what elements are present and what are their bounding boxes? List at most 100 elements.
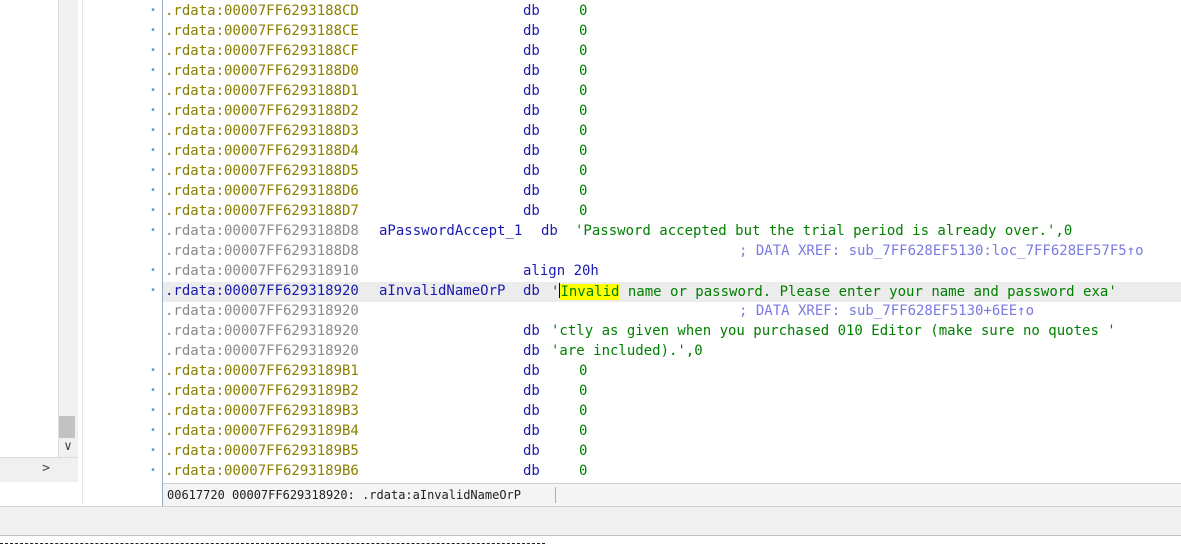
row-address: .rdata:00007FF6293189B2 <box>165 383 359 399</box>
left-vertical-scrollbar[interactable] <box>58 0 78 462</box>
status-divider <box>555 487 556 503</box>
listing-row-xref[interactable]: .rdata:00007FF629318920 ; DATA XREF: sub… <box>163 302 1181 322</box>
row-mnemonic: db <box>523 343 540 359</box>
listing-row[interactable]: • .rdata:00007FF6293189B5 db 0 <box>150 442 1181 462</box>
row-address: .rdata:00007FF6293189B3 <box>165 403 359 419</box>
row-mnemonic: db <box>523 103 540 119</box>
row-operand: 0 <box>579 423 588 439</box>
row-mnemonic: db <box>541 223 558 239</box>
row-operand: 0 <box>579 123 588 139</box>
row-mnemonic: db <box>523 23 540 39</box>
row-address: .rdata:00007FF6293188D8 <box>165 223 359 239</box>
listing-row[interactable]: • .rdata:00007FF6293188D5 db 0 <box>150 162 1181 182</box>
row-address: .rdata:00007FF6293189B6 <box>165 463 359 479</box>
row-xref-comment[interactable]: ; DATA XREF: sub_7FF628EF5130+6EE↑o <box>739 303 1034 319</box>
row-operand: 0 <box>579 203 588 219</box>
bullet-icon: • <box>150 185 157 196</box>
bullet-icon: • <box>150 405 157 416</box>
row-mnemonic: db <box>523 403 540 419</box>
row-operand: 0 <box>579 63 588 79</box>
row-operand: 0 <box>579 183 588 199</box>
listing-status-bar: 00617720 00007FF629318920: .rdata:aInval… <box>162 483 1181 506</box>
listing-row[interactable]: • .rdata:00007FF6293188CE db 0 <box>150 22 1181 42</box>
string-rest: name or password. Please enter your name… <box>619 284 1117 300</box>
row-xref-comment[interactable]: ; DATA XREF: sub_7FF628EF5130:loc_7FF628… <box>739 243 1144 259</box>
listing-row[interactable]: .rdata:00007FF629318920 db 'are included… <box>163 342 1181 362</box>
row-mnemonic: db <box>523 183 540 199</box>
row-label[interactable]: aPasswordAccept_1 <box>379 223 522 239</box>
row-address: .rdata:00007FF6293188D6 <box>165 183 359 199</box>
row-operand: 0 <box>579 103 588 119</box>
chevron-down-icon[interactable]: ∨ <box>60 437 76 457</box>
row-string-value: 'Password accepted but the trial period … <box>575 223 1073 239</box>
bullet-icon: • <box>150 465 157 476</box>
bullet-icon: • <box>150 425 157 436</box>
listing-row[interactable]: • .rdata:00007FF6293189B3 db 0 <box>150 402 1181 422</box>
listing-row-xref[interactable]: .rdata:00007FF6293188D8 ; DATA XREF: sub… <box>163 242 1181 262</box>
listing-row-password-accept[interactable]: • .rdata:00007FF6293188D8 aPasswordAccep… <box>150 222 1181 242</box>
bullet-icon: • <box>150 125 157 136</box>
row-operand: 0 <box>579 383 588 399</box>
row-address: .rdata:00007FF6293188D7 <box>165 203 359 219</box>
row-mnemonic: db <box>523 123 540 139</box>
listing-row[interactable]: • .rdata:00007FF6293188CD db 0 <box>150 2 1181 22</box>
bullet-icon: • <box>150 285 157 296</box>
disassembly-listing[interactable]: • .rdata:00007FF6293188CD db 0 • .rdata:… <box>150 0 1181 483</box>
listing-row[interactable]: • .rdata:00007FF6293188D1 db 0 <box>150 82 1181 102</box>
listing-row[interactable]: • .rdata:00007FF6293189B1 db 0 <box>150 362 1181 382</box>
row-mnemonic: db <box>523 443 540 459</box>
row-address: .rdata:00007FF6293188D8 <box>165 243 359 259</box>
listing-row[interactable]: • .rdata:00007FF6293188D7 db 0 <box>150 202 1181 222</box>
bullet-icon: • <box>150 365 157 376</box>
row-operand: 0 <box>579 23 588 39</box>
row-operand: 0 <box>579 83 588 99</box>
listing-row[interactable]: .rdata:00007FF629318920 db 'ctly as give… <box>163 322 1181 342</box>
bullet-icon: • <box>150 45 157 56</box>
row-label[interactable]: aInvalidNameOrP <box>379 283 505 299</box>
row-mnemonic: db <box>523 423 540 439</box>
row-address: .rdata:00007FF629318920 <box>165 283 359 299</box>
row-mnemonic: db <box>523 323 540 339</box>
bullet-icon: • <box>150 85 157 96</box>
search-highlight: Invalid <box>560 284 620 300</box>
chevron-right-icon[interactable]: > <box>38 460 54 478</box>
row-address: .rdata:00007FF629318920 <box>165 343 359 359</box>
bullet-icon: • <box>150 265 157 276</box>
row-mnemonic: db <box>523 83 540 99</box>
listing-row[interactable]: • .rdata:00007FF6293188D6 db 0 <box>150 182 1181 202</box>
row-mnemonic: db <box>523 203 540 219</box>
row-mnemonic: db <box>523 163 540 179</box>
left-scrollbar-thumb[interactable] <box>59 416 75 438</box>
bullet-icon: • <box>150 25 157 36</box>
listing-row[interactable]: • .rdata:00007FF6293188CF db 0 <box>150 42 1181 62</box>
row-operand: 0 <box>579 3 588 19</box>
bullet-icon: • <box>150 65 157 76</box>
listing-row[interactable]: • .rdata:00007FF6293189B6 db 0 <box>150 462 1181 482</box>
row-mnemonic: db <box>523 143 540 159</box>
listing-row[interactable]: • .rdata:00007FF6293189B2 db 0 <box>150 382 1181 402</box>
row-operand: 0 <box>579 463 588 479</box>
row-address: .rdata:00007FF6293188D2 <box>165 103 359 119</box>
row-mnemonic: db <box>523 383 540 399</box>
row-string-value: 'are included).',0 <box>551 343 703 359</box>
row-string-value: 'Invalid name or password. Please enter … <box>551 283 1117 300</box>
row-address: .rdata:00007FF6293188D0 <box>165 63 359 79</box>
listing-row[interactable]: • .rdata:00007FF6293188D4 db 0 <box>150 142 1181 162</box>
pane-splitter[interactable] <box>0 506 1181 536</box>
row-mnemonic: db <box>523 3 540 19</box>
row-address: .rdata:00007FF6293189B5 <box>165 443 359 459</box>
row-operand: 0 <box>579 403 588 419</box>
listing-row[interactable]: • .rdata:00007FF6293188D3 db 0 <box>150 122 1181 142</box>
quote-mark: ' <box>551 284 560 300</box>
row-mnemonic: db <box>523 43 540 59</box>
listing-row[interactable]: • .rdata:00007FF6293189B4 db 0 <box>150 422 1181 442</box>
listing-row-align[interactable]: • .rdata:00007FF629318910 align 20h <box>150 262 1181 282</box>
row-address: .rdata:00007FF6293188D4 <box>165 143 359 159</box>
row-operand: 0 <box>579 163 588 179</box>
row-address: .rdata:00007FF6293188CD <box>165 3 359 19</box>
row-address: .rdata:00007FF629318920 <box>165 303 359 319</box>
row-address: .rdata:00007FF6293188D1 <box>165 83 359 99</box>
listing-row-current[interactable]: • .rdata:00007FF629318920 aInvalidNameOr… <box>150 282 1181 302</box>
listing-row[interactable]: • .rdata:00007FF6293188D0 db 0 <box>150 62 1181 82</box>
listing-row[interactable]: • .rdata:00007FF6293188D2 db 0 <box>150 102 1181 122</box>
